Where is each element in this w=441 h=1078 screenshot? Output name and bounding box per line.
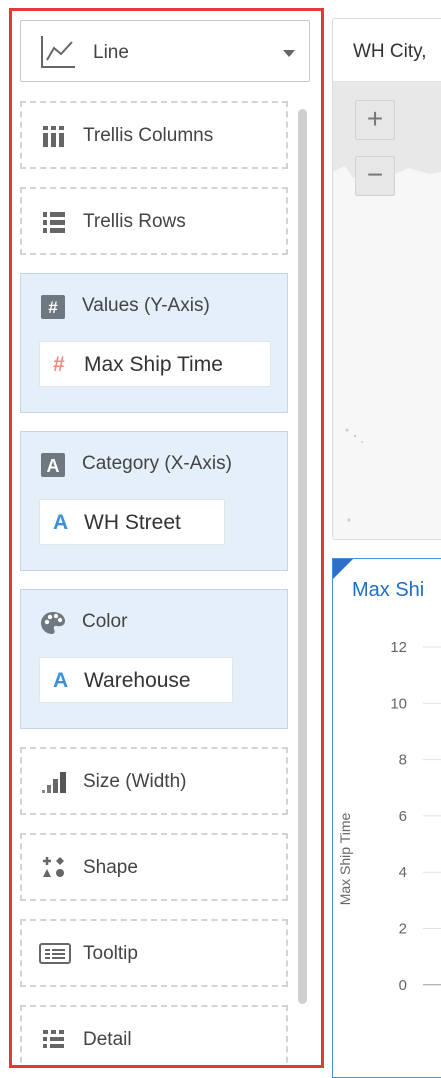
map-landmass <box>333 82 441 522</box>
attribute-a-icon: A <box>40 452 66 478</box>
drop-target-label: Color <box>82 611 128 632</box>
palette-icon <box>40 610 66 636</box>
tooltip-icon <box>39 941 71 967</box>
chart-type-label: Line <box>93 42 129 63</box>
pill-label: Warehouse <box>84 669 191 692</box>
map-title: WH City, <box>353 41 427 62</box>
pill-label: Max Ship Time <box>84 353 223 376</box>
drop-target-detail[interactable]: Detail <box>20 1005 288 1065</box>
measure-hash-icon: # <box>53 353 65 376</box>
map-view[interactable]: WH City, + − <box>332 18 441 540</box>
drop-target-color[interactable]: Color A Warehouse <box>20 589 288 729</box>
drop-target-label: Trellis Columns <box>83 125 214 146</box>
zoom-out-button[interactable]: − <box>355 156 395 196</box>
pill-wh-street[interactable]: A WH Street <box>39 499 225 545</box>
y-tick-label: 12 <box>390 639 407 656</box>
grammar-panel: Line Trellis Columns Trellis Rows # Valu… <box>9 8 324 1068</box>
y-tick-label: 2 <box>399 921 407 938</box>
y-tick-label: 0 <box>399 977 407 994</box>
attribute-icon: A <box>53 511 69 534</box>
y-tick-label: 10 <box>390 695 407 712</box>
y-tick-label: 6 <box>399 808 407 825</box>
drop-target-shape[interactable]: Shape <box>20 833 288 901</box>
svg-text:#: # <box>48 298 58 317</box>
map-canvas[interactable]: + − <box>333 82 441 539</box>
chart-view[interactable]: Max Shi Max Ship Time 12 10 8 6 4 2 0 <box>332 558 441 1078</box>
drop-target-category[interactable]: A Category (X-Axis) A WH Street <box>20 431 288 571</box>
chevron-down-icon[interactable] <box>283 50 295 57</box>
detail-icon <box>41 1027 67 1053</box>
line-chart-icon <box>39 34 77 75</box>
pill-max-ship-time[interactable]: # Max Ship Time <box>39 341 271 387</box>
drop-target-label: Trellis Rows <box>83 211 186 232</box>
y-tick-label: 4 <box>399 864 407 881</box>
drop-target-label: Category (X-Axis) <box>82 453 232 474</box>
drop-target-label: Detail <box>83 1029 132 1050</box>
drop-target-trellis-columns[interactable]: Trellis Columns <box>20 101 288 169</box>
drop-target-label: Size (Width) <box>83 771 187 792</box>
hash-icon: # <box>40 294 66 320</box>
pill-warehouse[interactable]: A Warehouse <box>39 657 233 703</box>
shape-icon <box>41 855 67 881</box>
chart-type-selector[interactable]: Line <box>20 20 310 82</box>
drop-target-trellis-rows[interactable]: Trellis Rows <box>20 187 288 255</box>
drop-target-label: Shape <box>83 857 138 878</box>
y-axis: 12 10 8 6 4 2 0 <box>390 639 441 994</box>
trellis-rows-icon <box>41 209 67 235</box>
attribute-icon: A <box>53 669 69 692</box>
panel-scrollbar[interactable] <box>298 109 307 1004</box>
trellis-columns-icon <box>41 123 67 149</box>
y-tick-label: 8 <box>399 752 407 769</box>
drop-target-size[interactable]: Size (Width) <box>20 747 288 815</box>
drop-target-tooltip[interactable]: Tooltip <box>20 919 288 987</box>
zoom-in-button[interactable]: + <box>355 100 395 140</box>
drop-target-label: Tooltip <box>83 943 138 964</box>
size-icon <box>41 769 67 795</box>
drop-target-label: Values (Y-Axis) <box>82 295 210 316</box>
drop-target-values[interactable]: # Values (Y-Axis) # Max Ship Time <box>20 273 288 413</box>
svg-text:A: A <box>47 456 60 476</box>
pill-label: WH Street <box>84 511 181 534</box>
